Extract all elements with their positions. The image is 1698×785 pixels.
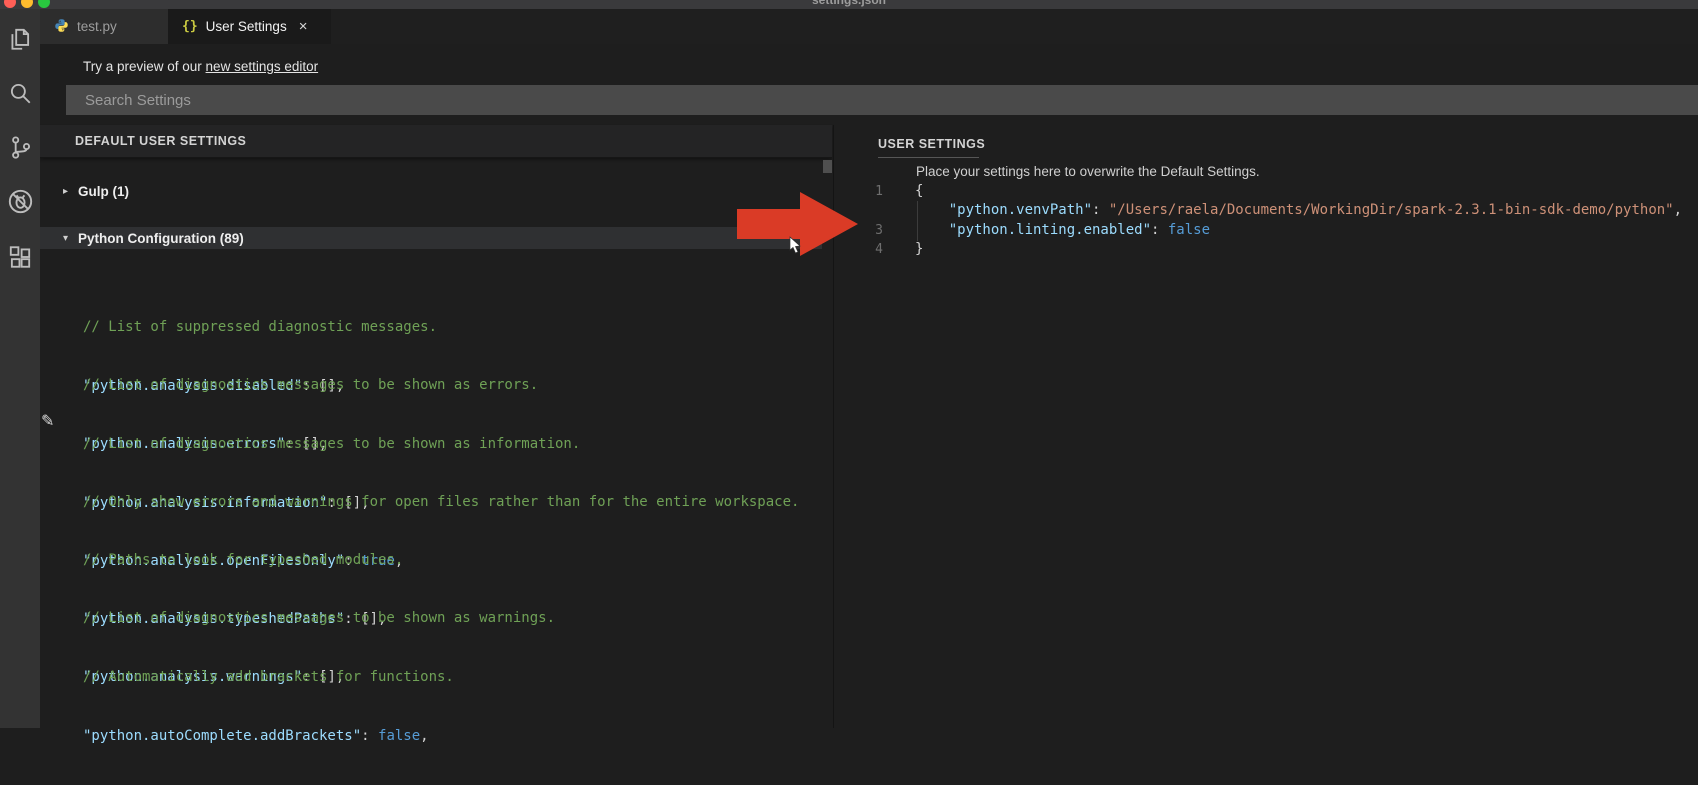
- default-settings-pane: DEFAULT USER SETTINGS ▸ Gulp (1) ▾ Pytho…: [40, 125, 832, 728]
- linting-enabled-value: false: [1168, 222, 1210, 238]
- preview-banner: Try a preview of our new settings editor: [83, 59, 318, 74]
- extensions-icon[interactable]: [0, 235, 40, 279]
- code-line-venv-path[interactable]: "python.venvPath": "/Users/raela/Documen…: [834, 201, 1698, 220]
- code-line[interactable]: 1 {: [834, 182, 1698, 201]
- setting-comment: // List of suppressed diagnostic message…: [83, 318, 437, 338]
- close-icon[interactable]: ×: [299, 19, 308, 34]
- user-settings-editor[interactable]: 1 { "python.venvPath": "/Users/raela/Doc…: [834, 182, 1698, 259]
- setting-entry[interactable]: // Automatically add brackets for functi…: [83, 629, 454, 785]
- window-title: settings.json: [812, 0, 886, 7]
- explorer-icon[interactable]: [0, 17, 40, 61]
- venv-path-key: "python.venvPath": [949, 202, 1092, 218]
- new-settings-editor-link[interactable]: new settings editor: [206, 59, 319, 74]
- setting-comment: // List of diagnostics messages to be sh…: [83, 435, 580, 455]
- setting-comment: // Automatically add brackets for functi…: [83, 668, 454, 688]
- json-braces-icon: {}: [182, 19, 198, 34]
- user-settings-hint: Place your settings here to overwrite th…: [916, 164, 1260, 179]
- default-settings-header: DEFAULT USER SETTINGS: [40, 125, 832, 158]
- traffic-zoom-button[interactable]: [38, 0, 50, 8]
- chevron-down-icon[interactable]: ▾: [63, 233, 78, 244]
- setting-comment: // List of diagnostics messages to be sh…: [83, 376, 538, 396]
- setting-comment: // Paths to look for typeshed modules.: [83, 551, 403, 571]
- code-line[interactable]: 4 }: [834, 240, 1698, 259]
- venv-path-value: "/Users/raela/Documents/WorkingDir/spark…: [1109, 202, 1674, 218]
- tab-user-settings[interactable]: {} User Settings ×: [168, 9, 331, 44]
- source-control-icon[interactable]: [0, 125, 40, 169]
- debug-icon[interactable]: [0, 179, 40, 223]
- traffic-close-button[interactable]: [4, 0, 16, 8]
- setting-value: false: [378, 728, 420, 744]
- setting-key: "python.autoComplete.addBrackets": [83, 728, 361, 744]
- tab-label: User Settings: [206, 19, 287, 34]
- activity-bar: [0, 9, 40, 728]
- user-settings-pane: USER SETTINGS Place your settings here t…: [833, 125, 1698, 728]
- title-bar: settings.json: [0, 0, 1698, 9]
- setting-comment: // List of diagnostics messages to be sh…: [83, 609, 555, 629]
- annotation-arrow-icon: [730, 182, 930, 266]
- default-settings-title: DEFAULT USER SETTINGS: [75, 134, 246, 148]
- user-settings-title: USER SETTINGS: [878, 137, 985, 151]
- scrollbar-handle[interactable]: [823, 160, 832, 173]
- group-gulp[interactable]: ▸ Gulp (1): [63, 180, 129, 202]
- tab-label: test.py: [77, 19, 117, 34]
- code-line-linting-enabled[interactable]: 3 "python.linting.enabled": false: [834, 221, 1698, 240]
- setting-comment: // Only show errors and warnings for ope…: [83, 493, 799, 513]
- title-underline: [878, 157, 979, 158]
- group-python-configuration[interactable]: ▾ Python Configuration (89): [40, 227, 822, 249]
- linting-enabled-key: "python.linting.enabled": [949, 222, 1151, 238]
- mouse-cursor-icon: [789, 236, 803, 254]
- search-settings-input[interactable]: [66, 85, 1698, 115]
- traffic-minimize-button[interactable]: [21, 0, 33, 8]
- python-icon: [54, 18, 69, 36]
- chevron-right-icon[interactable]: ▸: [63, 186, 78, 197]
- edit-setting-pencil-icon[interactable]: ✎: [41, 411, 54, 431]
- search-icon[interactable]: [0, 71, 40, 115]
- tab-bar: test.py {} User Settings ×: [40, 9, 1698, 44]
- tab-test-py[interactable]: test.py: [40, 9, 168, 44]
